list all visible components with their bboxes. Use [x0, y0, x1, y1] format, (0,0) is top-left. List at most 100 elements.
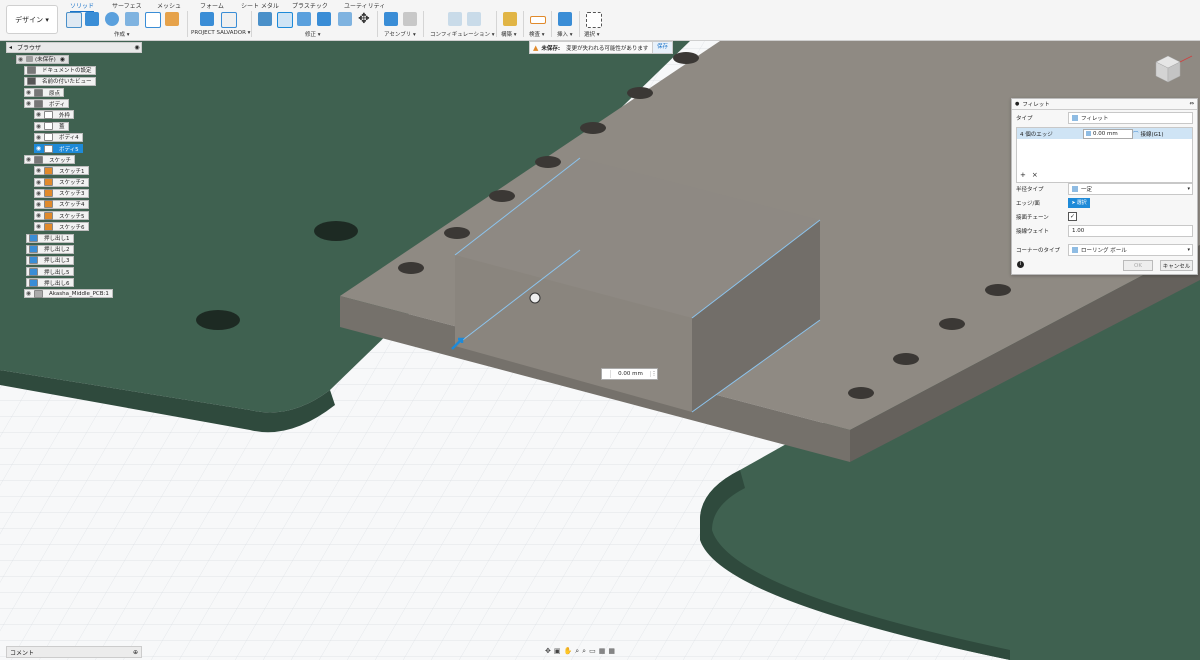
grid-settings-icon[interactable]: ▦ [599, 647, 606, 655]
type-dropdown[interactable]: フィレット [1068, 111, 1193, 124]
orbit-icon[interactable]: ✥ [545, 647, 551, 655]
tab-sheet-metal[interactable]: シート メタル [241, 1, 279, 10]
remove-icon[interactable]: × [1032, 171, 1038, 179]
configure-table-icon[interactable] [467, 12, 481, 26]
tree-item-sketch[interactable]: ◉ スケッチ3 [10, 188, 150, 198]
tree-item-extrude[interactable]: 押し出し6 [10, 278, 150, 288]
continuity-dropdown[interactable]: ⌒ 接線(G1) [1133, 130, 1164, 138]
eye-icon[interactable]: ◉ [35, 134, 42, 141]
tree-item-box[interactable]: 押し出し6 [26, 278, 74, 288]
workspace-switcher[interactable]: デザイン ▾ [6, 5, 58, 34]
tree-item-box[interactable]: ◉ スケッチ4 [34, 199, 89, 209]
tree-item-box[interactable]: ◉ 外枠 [34, 110, 75, 120]
form-icon[interactable] [165, 12, 179, 26]
save-button[interactable]: 保存 [651, 42, 672, 53]
tree-item-box[interactable]: ◉ スケッチ2 [34, 177, 89, 187]
pan-icon[interactable]: ✋ [564, 647, 573, 655]
tree-item-box[interactable]: ◉ スケッチ5 [34, 211, 89, 221]
dialog-header[interactable]: ● フィレット ⇔ [1012, 99, 1197, 110]
new-component-icon[interactable] [384, 12, 398, 26]
add-icon[interactable]: + [1020, 171, 1026, 179]
tab-mesh[interactable]: メッシュ [157, 1, 181, 10]
tree-item-sketch[interactable]: ◉ スケッチ6 [10, 222, 150, 232]
tree-root-box[interactable]: ◉ (未保存) ◉ [16, 54, 70, 64]
tree-item-body[interactable]: ◉ ボディ4 [10, 132, 150, 142]
tree-item-sketch[interactable]: ◉ スケッチ4 [10, 199, 150, 209]
tree-item-body[interactable]: ◉ ボディ5 [10, 144, 150, 153]
hole-icon[interactable] [125, 12, 139, 26]
tab-form[interactable]: フォーム [200, 1, 224, 10]
tree-item-body[interactable]: ◉ 外枠 [10, 110, 150, 120]
tree-item-box[interactable]: ◉ ボディ4 [34, 132, 83, 142]
comments-bar[interactable]: コメント ⊕ [6, 646, 142, 658]
info-icon[interactable]: i [1017, 261, 1024, 268]
tree-item-sketch[interactable]: ◉ スケッチ5 [10, 211, 150, 221]
eye-icon[interactable]: ◉ [35, 212, 42, 219]
display-settings-icon[interactable]: ▭ [589, 647, 596, 655]
eye-icon[interactable]: ◉ [35, 201, 42, 208]
tab-utility[interactable]: ユーティリティ [344, 1, 385, 10]
tree-item-box[interactable]: ◉ 蓋 [34, 121, 69, 131]
combine-icon[interactable] [338, 12, 352, 26]
tree-item-box[interactable]: 押し出し2 [26, 244, 74, 254]
eye-icon[interactable]: ◉ [35, 123, 42, 130]
tree-item-box[interactable]: ◉ ボディ5 [34, 144, 83, 153]
create-sketch-icon[interactable] [66, 12, 82, 28]
insert-menu[interactable]: 挿入 ▾ [557, 30, 573, 38]
plane-icon[interactable] [503, 12, 517, 26]
press-pull-icon[interactable] [258, 12, 272, 26]
salvador-edit-icon[interactable] [221, 12, 237, 28]
eye-icon[interactable]: ◉ [35, 167, 42, 174]
cancel-button[interactable]: キャンセル [1160, 260, 1193, 271]
tree-item-box[interactable]: ◉ スケッチ1 [34, 166, 89, 176]
eye-icon[interactable]: ◉ [35, 223, 42, 230]
eye-icon[interactable]: ◉ [35, 179, 42, 186]
select-icon[interactable] [586, 12, 602, 28]
expand-icon[interactable]: ⇔ [1189, 101, 1194, 107]
salvador-icon[interactable] [200, 12, 214, 26]
measure-icon[interactable] [530, 16, 546, 24]
construct-menu[interactable]: 構築 ▾ [501, 30, 517, 38]
shell-icon[interactable] [317, 12, 331, 26]
tree-item-box[interactable]: 押し出し1 [26, 233, 74, 243]
tree-item-extrude[interactable]: 押し出し2 [10, 244, 150, 254]
tab-solid[interactable]: ソリッド [70, 1, 95, 12]
pattern-icon[interactable] [145, 12, 161, 28]
eye-icon[interactable]: ◉ [35, 111, 42, 118]
radius-type-dropdown[interactable]: 一定 ▾ [1068, 182, 1193, 195]
eye-icon[interactable]: ◉ [25, 89, 32, 96]
tree-item-body[interactable]: ◉ 蓋 [10, 121, 150, 131]
fillet-icon[interactable] [277, 12, 293, 28]
create-menu[interactable]: 作成 ▾ [114, 30, 130, 38]
viewports-icon[interactable]: ▦ [608, 647, 615, 655]
tree-item-box[interactable]: 押し出し3 [26, 255, 74, 265]
modify-menu[interactable]: 修正 ▾ [305, 30, 321, 38]
configure-icon[interactable] [448, 12, 462, 26]
selection-row[interactable]: 4 個のエッジ 0.00 mm ⌒ 接線(G1) [1017, 128, 1192, 139]
tree-item-box[interactable]: ◉ スケッチ6 [34, 222, 89, 232]
zoom-icon[interactable]: ⌕ [575, 647, 579, 656]
project-salvador-menu[interactable]: PROJECT SALVADOR ▾ [191, 30, 250, 36]
tangent-weight-input[interactable]: 1.00 [1068, 224, 1193, 237]
tree-item-box[interactable]: ◉ スケッチ [24, 155, 76, 165]
tree-item-box[interactable]: ◉ スケッチ3 [34, 188, 89, 198]
tree-item-box[interactable]: ドキュメントの設定 [24, 65, 96, 75]
tab-plastic[interactable]: プラスチック [292, 1, 328, 10]
tree-item-component[interactable]: › ◉ Akasha_Middle_PCB:1 [10, 289, 150, 299]
tree-item-sketch[interactable]: ◉ スケッチ1 [10, 166, 150, 176]
tree-item-extrude[interactable]: 押し出し1 [10, 233, 150, 243]
tree-item-origin[interactable]: › ◉ 原点 [10, 88, 150, 98]
select-menu[interactable]: 選択 ▾ [584, 30, 600, 38]
revolve-icon[interactable] [105, 12, 119, 26]
move-icon[interactable]: ✥ [358, 11, 370, 27]
tangent-chain-checkbox[interactable]: ✓ [1068, 212, 1077, 221]
collapse-dot-icon[interactable]: ● [1015, 101, 1019, 107]
fit-icon[interactable]: ⌕ [582, 647, 586, 656]
tree-item-named-views[interactable]: › 名前の付いたビュー [10, 76, 150, 86]
eye-icon[interactable]: ◉ [25, 290, 32, 297]
configuration-menu[interactable]: コンフィギュレーション ▾ [430, 30, 495, 38]
tree-item-box[interactable]: ◉ Akasha_Middle_PCB:1 [24, 289, 113, 299]
tree-item-bodies[interactable]: ▾ ◉ ボディ [10, 99, 150, 109]
fillet-manipulator-icon[interactable] [529, 292, 541, 304]
eye-icon[interactable]: ◉ [25, 100, 32, 107]
